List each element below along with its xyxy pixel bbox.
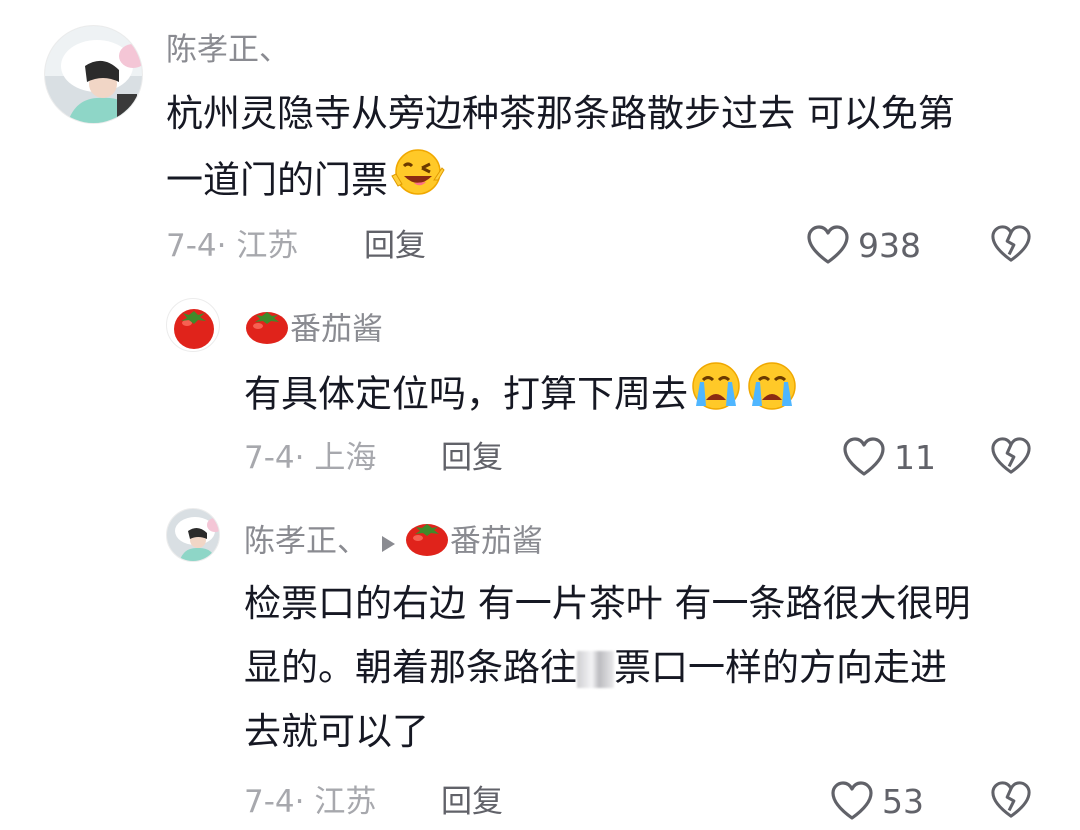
broken-heart-icon <box>991 781 1031 818</box>
like-count: 11 <box>894 438 936 477</box>
crying-face-emoji-icon <box>744 360 800 432</box>
dislike-button[interactable] <box>990 224 1032 266</box>
broken-heart-icon <box>991 437 1031 474</box>
reply-text: 有具体定位吗，打算下周去 <box>244 360 800 432</box>
reply-button[interactable]: 回复 <box>441 782 503 822</box>
reply-date: 7-4 <box>244 440 295 476</box>
like-count: 938 <box>858 226 921 265</box>
comment-author[interactable]: 陈孝正、 <box>166 30 290 70</box>
reply-author[interactable]: 陈孝正、 <box>244 524 368 560</box>
reply-button[interactable]: 回复 <box>441 438 503 478</box>
winking-face-emoji-icon <box>388 146 452 218</box>
reply-to-arrow-icon <box>380 523 396 563</box>
user-avatar-image <box>167 509 219 561</box>
avatar[interactable] <box>166 508 220 562</box>
like-count: 53 <box>882 782 924 821</box>
crying-face-emoji-icon <box>688 360 744 432</box>
comment-text-line: 一道门的门票 <box>166 146 1046 218</box>
tomato-avatar-image <box>174 309 214 349</box>
dislike-button[interactable] <box>990 780 1032 822</box>
reply-meta: 7-4· 江苏 <box>244 784 377 820</box>
reply-date: 7-4 <box>244 784 295 820</box>
heart-icon <box>831 781 873 820</box>
tomato-icon <box>404 518 450 568</box>
obscured-character <box>577 651 614 688</box>
comment-date: 7-4 <box>166 228 217 264</box>
reply-location: 江苏 <box>314 784 377 820</box>
broken-heart-icon <box>991 225 1031 262</box>
reply-text: 检票口的右边 有一片茶叶 有一条路很大很明 显的。朝着那条路往 票口一样的方向走进… <box>244 572 1044 764</box>
reply-button[interactable]: 回复 <box>364 226 426 266</box>
user-avatar-image <box>45 26 142 123</box>
reply-meta: 7-4· 上海 <box>244 440 377 476</box>
heart-icon <box>843 437 885 476</box>
reply-location: 上海 <box>314 440 377 476</box>
avatar[interactable] <box>166 298 220 352</box>
comment-location: 江苏 <box>236 228 299 264</box>
reply-author-line: 陈孝正、 番茄酱 <box>244 518 543 568</box>
like-button[interactable]: 53 <box>830 778 940 824</box>
reply-text-line: 显的。朝着那条路往 票口一样的方向走进 <box>244 646 947 689</box>
comment-meta: 7-4· 江苏 <box>166 228 299 264</box>
comment-text-line: 杭州灵隐寺从旁边种茶那条路散步过去 可以免第 <box>166 92 955 135</box>
comment-text: 杭州灵隐寺从旁边种茶那条路散步过去 可以免第 一道门的门票 <box>166 82 1046 218</box>
reply-text-line: 检票口的右边 有一片茶叶 有一条路很大很明 <box>244 582 971 625</box>
dislike-button[interactable] <box>990 436 1032 478</box>
tomato-icon <box>244 306 290 356</box>
reply-to-user[interactable]: 番茄酱 <box>450 524 543 560</box>
like-button[interactable]: 11 <box>842 434 942 480</box>
like-button[interactable]: 938 <box>806 222 936 268</box>
heart-icon <box>807 225 849 264</box>
reply-text-line: 去就可以了 <box>244 710 429 753</box>
reply-author[interactable]: 番茄酱 <box>244 306 383 356</box>
avatar[interactable] <box>44 25 143 124</box>
